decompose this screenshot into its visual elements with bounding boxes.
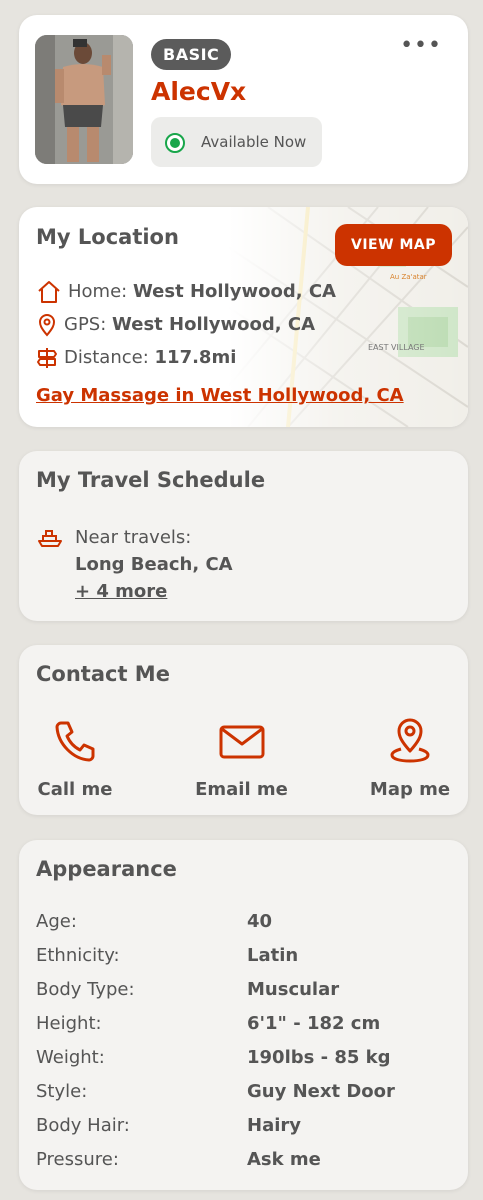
appearance-row: Ethnicity: Latin: [36, 945, 456, 971]
distance-label: Distance:: [64, 347, 149, 368]
availability-label: Available Now: [201, 133, 307, 151]
appearance-key: Height:: [36, 1013, 102, 1034]
view-map-button[interactable]: VIEW MAP: [335, 224, 452, 266]
email-label: Email me: [195, 779, 288, 800]
contact-card: Contact Me Call me Email me Map me: [19, 645, 468, 815]
appearance-key: Weight:: [36, 1047, 105, 1068]
profile-photo[interactable]: [35, 35, 133, 164]
appearance-row: Height: 6'1" - 182 cm: [36, 1013, 456, 1039]
membership-badge: BASIC: [151, 39, 232, 70]
email-button[interactable]: Email me: [189, 717, 294, 800]
gps-value: West Hollywood, CA: [112, 314, 316, 335]
appearance-key: Pressure:: [36, 1149, 119, 1170]
call-button[interactable]: Call me: [35, 717, 115, 800]
appearance-value: Latin: [247, 945, 299, 966]
gps-location-row: GPS: West Hollywood, CA: [36, 313, 315, 337]
appearance-card: Appearance Age: 40 Ethnicity: Latin Body…: [19, 840, 468, 1190]
more-travels-link[interactable]: + 4 more: [75, 581, 167, 602]
appearance-key: Body Hair:: [36, 1115, 130, 1136]
appearance-value: 6'1" - 182 cm: [247, 1013, 381, 1034]
appearance-value: Muscular: [247, 979, 340, 1000]
area-services-link[interactable]: Gay Massage in West Hollywood, CA: [36, 385, 404, 406]
location-card: EAST VILLAGE Au Za'atar My Location VIEW…: [19, 207, 468, 427]
more-options-button[interactable]: •••: [400, 35, 442, 57]
near-travels-label: Near travels:: [75, 527, 192, 548]
appearance-key: Age:: [36, 911, 77, 932]
appearance-row: Weight: 190lbs - 85 kg: [36, 1047, 456, 1073]
distance-value: 117.8mi: [154, 347, 237, 368]
home-location-row: Home: West Hollywood, CA: [36, 280, 336, 304]
username: AlecVx: [151, 77, 247, 106]
location-title: My Location: [36, 225, 179, 249]
appearance-value: Hairy: [247, 1115, 301, 1136]
gps-label: GPS:: [64, 314, 107, 335]
home-value: West Hollywood, CA: [132, 281, 336, 302]
mail-icon: [219, 725, 264, 759]
appearance-key: Ethnicity:: [36, 945, 120, 966]
profile-card: BASIC AlecVx Available Now •••: [19, 15, 468, 184]
travel-schedule-card: My Travel Schedule Near travels: Long Be…: [19, 451, 468, 621]
travel-title: My Travel Schedule: [36, 468, 266, 492]
map-pin-icon: [390, 718, 430, 763]
appearance-value: Ask me: [247, 1149, 321, 1170]
appearance-value: 190lbs - 85 kg: [247, 1047, 391, 1068]
phone-icon: [55, 721, 95, 762]
home-label: Home:: [68, 281, 128, 302]
appearance-value: Guy Next Door: [247, 1081, 395, 1102]
map-poi-label: Au Za'atar: [390, 273, 427, 281]
appearance-row: Body Hair: Hairy: [36, 1115, 456, 1141]
home-icon: [38, 281, 60, 303]
travel-destination: Long Beach, CA: [75, 554, 233, 575]
map-me-button[interactable]: Map me: [365, 717, 455, 800]
appearance-row: Age: 40: [36, 911, 456, 937]
appearance-row: Style: Guy Next Door: [36, 1081, 456, 1107]
boat-icon: [38, 530, 62, 547]
contact-title: Contact Me: [36, 662, 170, 686]
appearance-key: Body Type:: [36, 979, 135, 1000]
location-pin-icon: [38, 314, 56, 337]
online-status-icon: [165, 133, 185, 153]
distance-row: Distance: 117.8mi: [36, 346, 236, 370]
appearance-key: Style:: [36, 1081, 88, 1102]
appearance-row: Body Type: Muscular: [36, 979, 456, 1005]
appearance-value: 40: [247, 911, 273, 932]
call-label: Call me: [37, 779, 113, 800]
map-me-label: Map me: [369, 779, 451, 800]
signpost-icon: [37, 348, 57, 368]
appearance-title: Appearance: [36, 857, 177, 881]
map-area-label: EAST VILLAGE: [368, 343, 425, 352]
appearance-row: Pressure: Ask me: [36, 1149, 456, 1175]
availability-status: Available Now: [151, 117, 322, 167]
